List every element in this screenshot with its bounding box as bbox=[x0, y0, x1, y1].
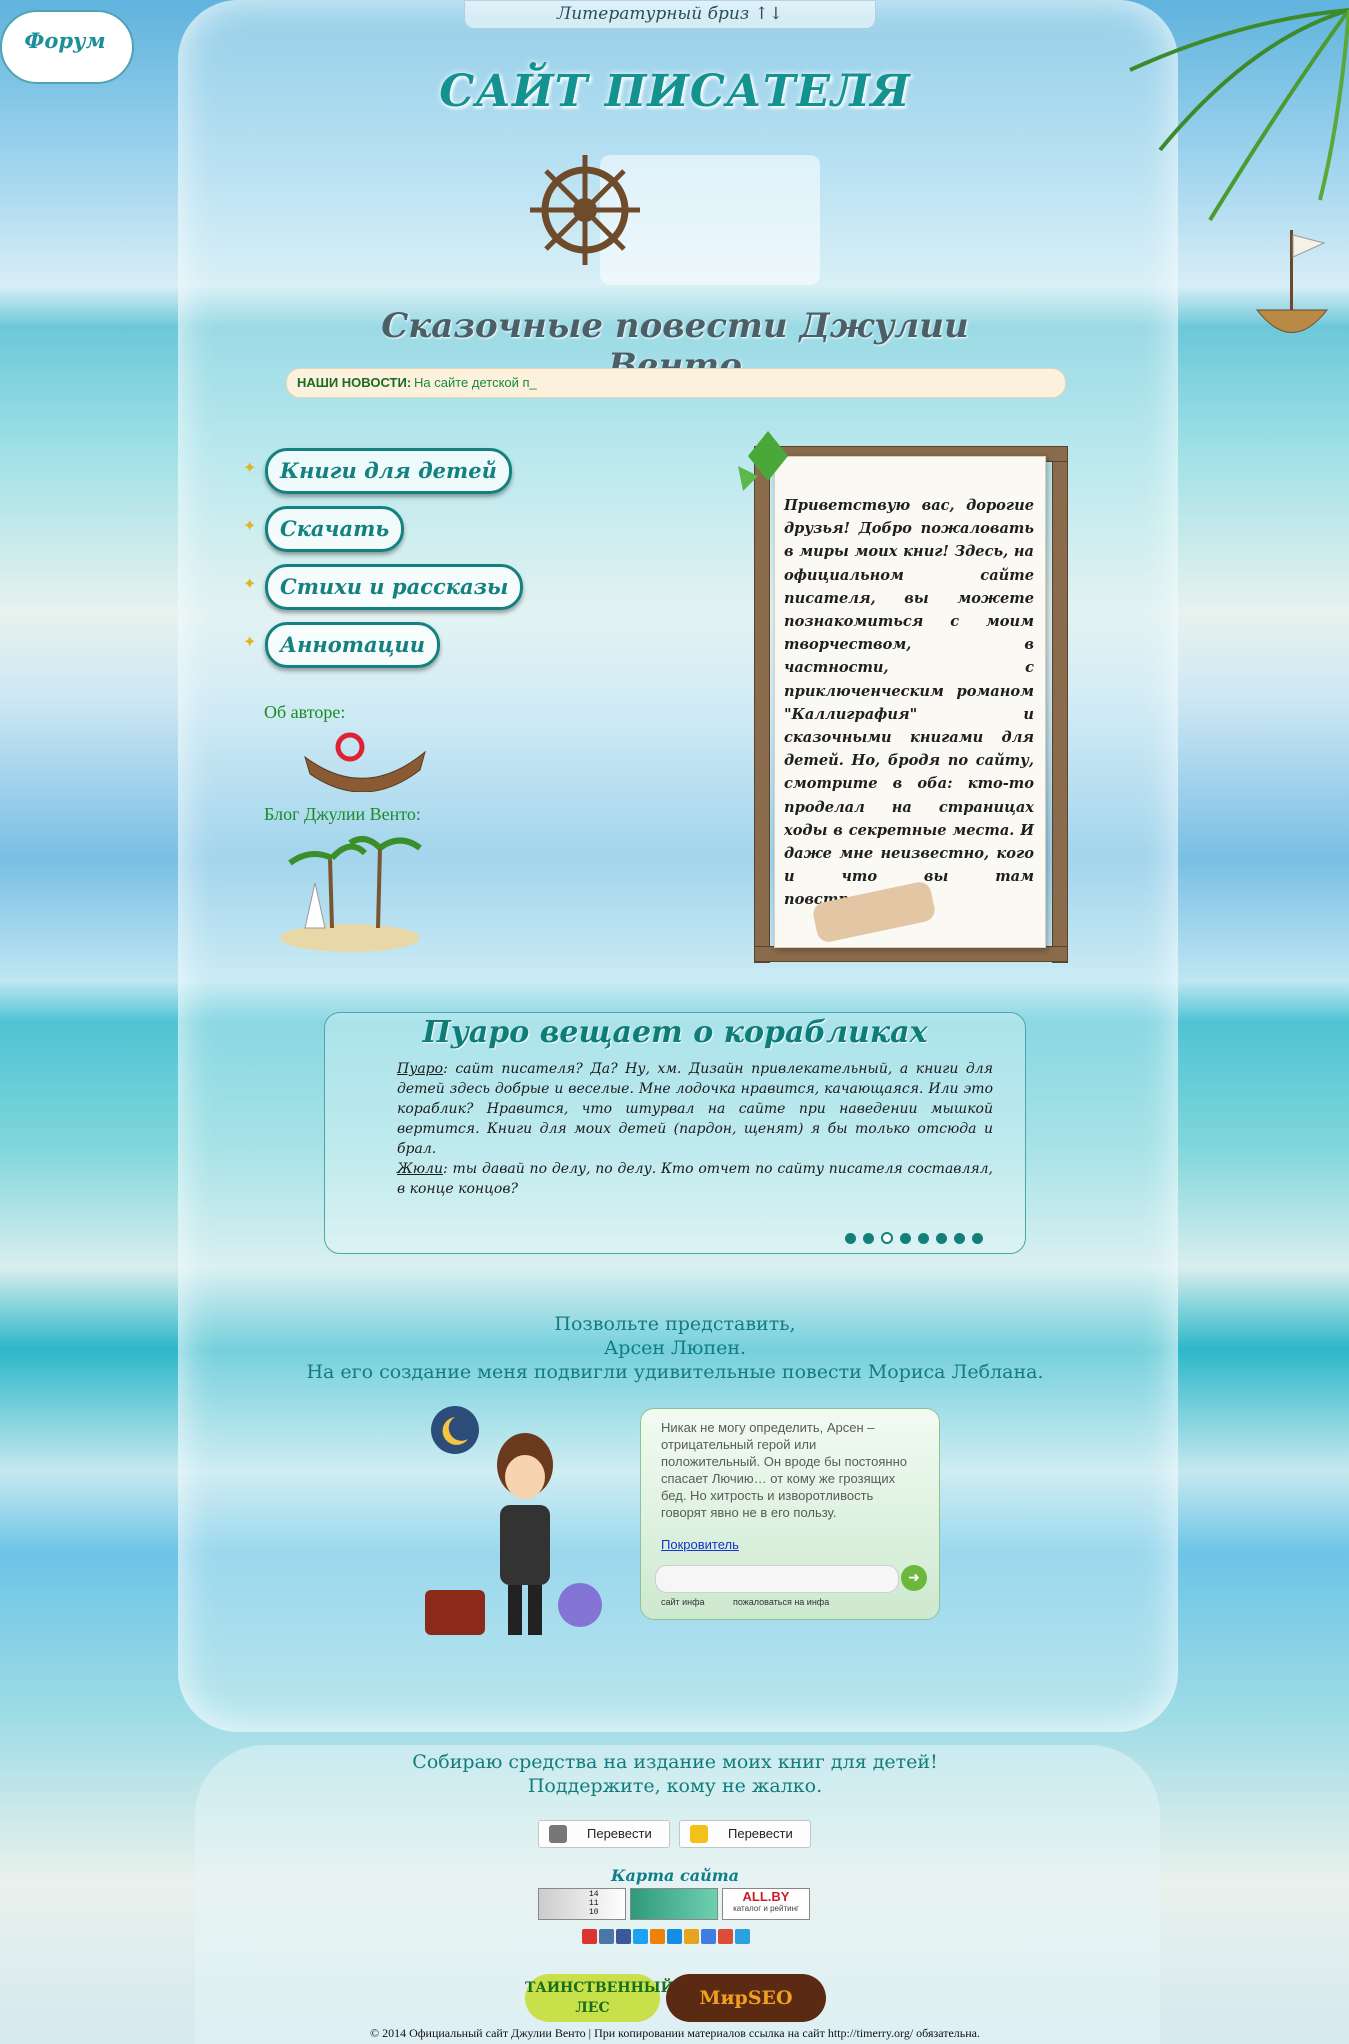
arsene-lupin-character-icon[interactable] bbox=[420, 1405, 620, 1665]
vk-icon[interactable] bbox=[599, 1929, 614, 1944]
allby-title: ALL.BY bbox=[742, 1889, 790, 1904]
sitemap-link[interactable]: Карта сайта bbox=[560, 1866, 790, 1885]
intro-line-3: На его создание меня подвигли удивительн… bbox=[306, 1361, 1044, 1383]
slide-dot-1[interactable] bbox=[845, 1233, 856, 1244]
slide-dot-2[interactable] bbox=[863, 1233, 874, 1244]
boat-flag-icon[interactable] bbox=[1252, 225, 1332, 355]
top-bar[interactable]: Литературный бриз ↑↓ bbox=[464, 0, 876, 29]
livejournal-icon[interactable] bbox=[684, 1929, 699, 1944]
poirot-dialogue: Пуаро: сайт писателя? Да? Ну, хм. Дизайн… bbox=[397, 1059, 993, 1199]
rating-counter[interactable] bbox=[630, 1888, 718, 1920]
news-label: НАШИ НОВОСТИ: bbox=[297, 375, 412, 390]
juli-line: : ты давай по делу, по делу. Кто отчет п… bbox=[397, 1161, 993, 1197]
slide-dot-6[interactable] bbox=[936, 1233, 947, 1244]
facebook-icon[interactable] bbox=[616, 1929, 631, 1944]
sparkle-icon: ✦ bbox=[243, 574, 257, 593]
allby-sub: каталог и рейтинг bbox=[733, 1904, 799, 1913]
character-intro: Позвольте представить, Арсен Люпен. На е… bbox=[300, 1312, 1050, 1384]
menu-item-download[interactable]: Скачать bbox=[265, 506, 405, 552]
menu-item-kids-books[interactable]: Книги для детей bbox=[265, 448, 512, 494]
scroll-post-right bbox=[1052, 446, 1068, 963]
poirot-line: : сайт писателя? Да? Ну, хм. Дизайн прив… bbox=[397, 1061, 993, 1157]
intro-line-1: Позвольте представить, bbox=[554, 1313, 796, 1335]
site-title: САЙТ ПИСАТЕЛЯ bbox=[439, 66, 911, 117]
sparkle-icon: ✦ bbox=[243, 632, 257, 651]
slide-dot-3-active[interactable] bbox=[881, 1232, 893, 1244]
allby-counter[interactable]: ALL.BY каталог и рейтинг bbox=[722, 1888, 810, 1920]
donate-line-2: Поддержите, кому не жалко. bbox=[527, 1775, 823, 1797]
chat-footer-info[interactable]: сайт инфа bbox=[661, 1597, 705, 1607]
rowboat-icon[interactable] bbox=[300, 722, 430, 792]
mirseo-badge[interactable]: МирSEO bbox=[666, 1974, 826, 2022]
chat-widget: Никак не могу определить, Арсен – отрица… bbox=[640, 1408, 940, 1620]
menu-item-poems[interactable]: Стихи и рассказы bbox=[265, 564, 524, 610]
news-ticker[interactable]: НАШИ НОВОСТИ: На сайте детской п_ bbox=[286, 368, 1066, 398]
liveinternet-counter[interactable]: 14 11 10 bbox=[538, 1888, 626, 1920]
slide-dot-7[interactable] bbox=[954, 1233, 965, 1244]
speaker-juli: Жюли bbox=[397, 1161, 443, 1177]
slide-dot-4[interactable] bbox=[900, 1233, 911, 1244]
share-icons bbox=[582, 1929, 752, 1948]
mysterious-forest-badge[interactable]: ТАИНСТВЕННЫЙ ЛЕС bbox=[525, 1974, 674, 2022]
sparkle-icon: ✦ bbox=[243, 458, 257, 477]
wallet-icon bbox=[549, 1825, 567, 1843]
about-author-label: Об авторе: bbox=[264, 702, 346, 722]
news-text[interactable]: На сайте детской п_ bbox=[414, 369, 537, 397]
vine-leaves-icon bbox=[738, 431, 788, 491]
ship-wheel-icon[interactable] bbox=[510, 145, 830, 295]
chat-input[interactable] bbox=[655, 1565, 899, 1593]
forum-label: Форум bbox=[24, 28, 106, 53]
poirot-slider: Пуаро вещает о корабликах Пуаро: сайт пи… bbox=[324, 1012, 1026, 1254]
transfer-label-2: Перевести bbox=[728, 1826, 793, 1841]
mailru-icon[interactable] bbox=[667, 1929, 682, 1944]
welcome-scroll: Приветствую вас, дорогие друзья! Добро п… bbox=[738, 431, 1074, 966]
slide-dot-5[interactable] bbox=[918, 1233, 929, 1244]
send-icon[interactable]: ➜ bbox=[901, 1565, 927, 1591]
share-icon-8[interactable] bbox=[701, 1929, 716, 1944]
share-icon-1[interactable] bbox=[582, 1929, 597, 1944]
chat-footer-report[interactable]: пожаловаться на инфа bbox=[733, 1597, 829, 1607]
intro-line-2: Арсен Люпен. bbox=[603, 1337, 747, 1359]
blog-label: Блог Джулии Венто: bbox=[264, 804, 421, 824]
transfer-button-1[interactable]: Перевести bbox=[538, 1820, 670, 1848]
chat-message: Никак не могу определить, Арсен – отрица… bbox=[661, 1420, 907, 1520]
speaker-poirot: Пуаро bbox=[397, 1061, 444, 1077]
menu-item-annotations[interactable]: Аннотации bbox=[265, 622, 440, 668]
share-icon-10[interactable] bbox=[735, 1929, 750, 1944]
copyright-footer: © 2014 Официальный сайт Джулии Венто | П… bbox=[369, 2026, 981, 2040]
google-plus-icon[interactable] bbox=[718, 1929, 733, 1944]
slide-dot-8[interactable] bbox=[972, 1233, 983, 1244]
scroll-beam-bottom bbox=[754, 946, 1068, 962]
transfer-button-2[interactable]: Перевести bbox=[679, 1820, 811, 1848]
twitter-icon[interactable] bbox=[633, 1929, 648, 1944]
palm-leaves-icon bbox=[1129, 8, 1349, 222]
odnoklassniki-icon[interactable] bbox=[650, 1929, 665, 1944]
island-icon[interactable] bbox=[270, 828, 430, 958]
poirot-title: Пуаро вещает о корабликах bbox=[422, 1015, 928, 1050]
scroll-post-left bbox=[754, 446, 770, 963]
transfer-label-1: Перевести bbox=[587, 1826, 652, 1841]
donate-text: Собираю средства на издание моих книг дл… bbox=[330, 1750, 1020, 1798]
forum-button[interactable]: Форум bbox=[0, 10, 134, 84]
chat-author-link[interactable]: Покровитель bbox=[661, 1537, 739, 1552]
counter-values: 14 11 10 bbox=[589, 1890, 599, 1917]
welcome-text: Приветствую вас, дорогие друзья! Добро п… bbox=[784, 497, 1034, 908]
donate-line-1: Собираю средства на издание моих книг дл… bbox=[412, 1751, 938, 1773]
yandex-money-icon bbox=[690, 1825, 708, 1843]
slider-dots bbox=[845, 1229, 990, 1248]
sparkle-icon: ✦ bbox=[243, 516, 257, 535]
helm-banner[interactable] bbox=[510, 145, 830, 295]
